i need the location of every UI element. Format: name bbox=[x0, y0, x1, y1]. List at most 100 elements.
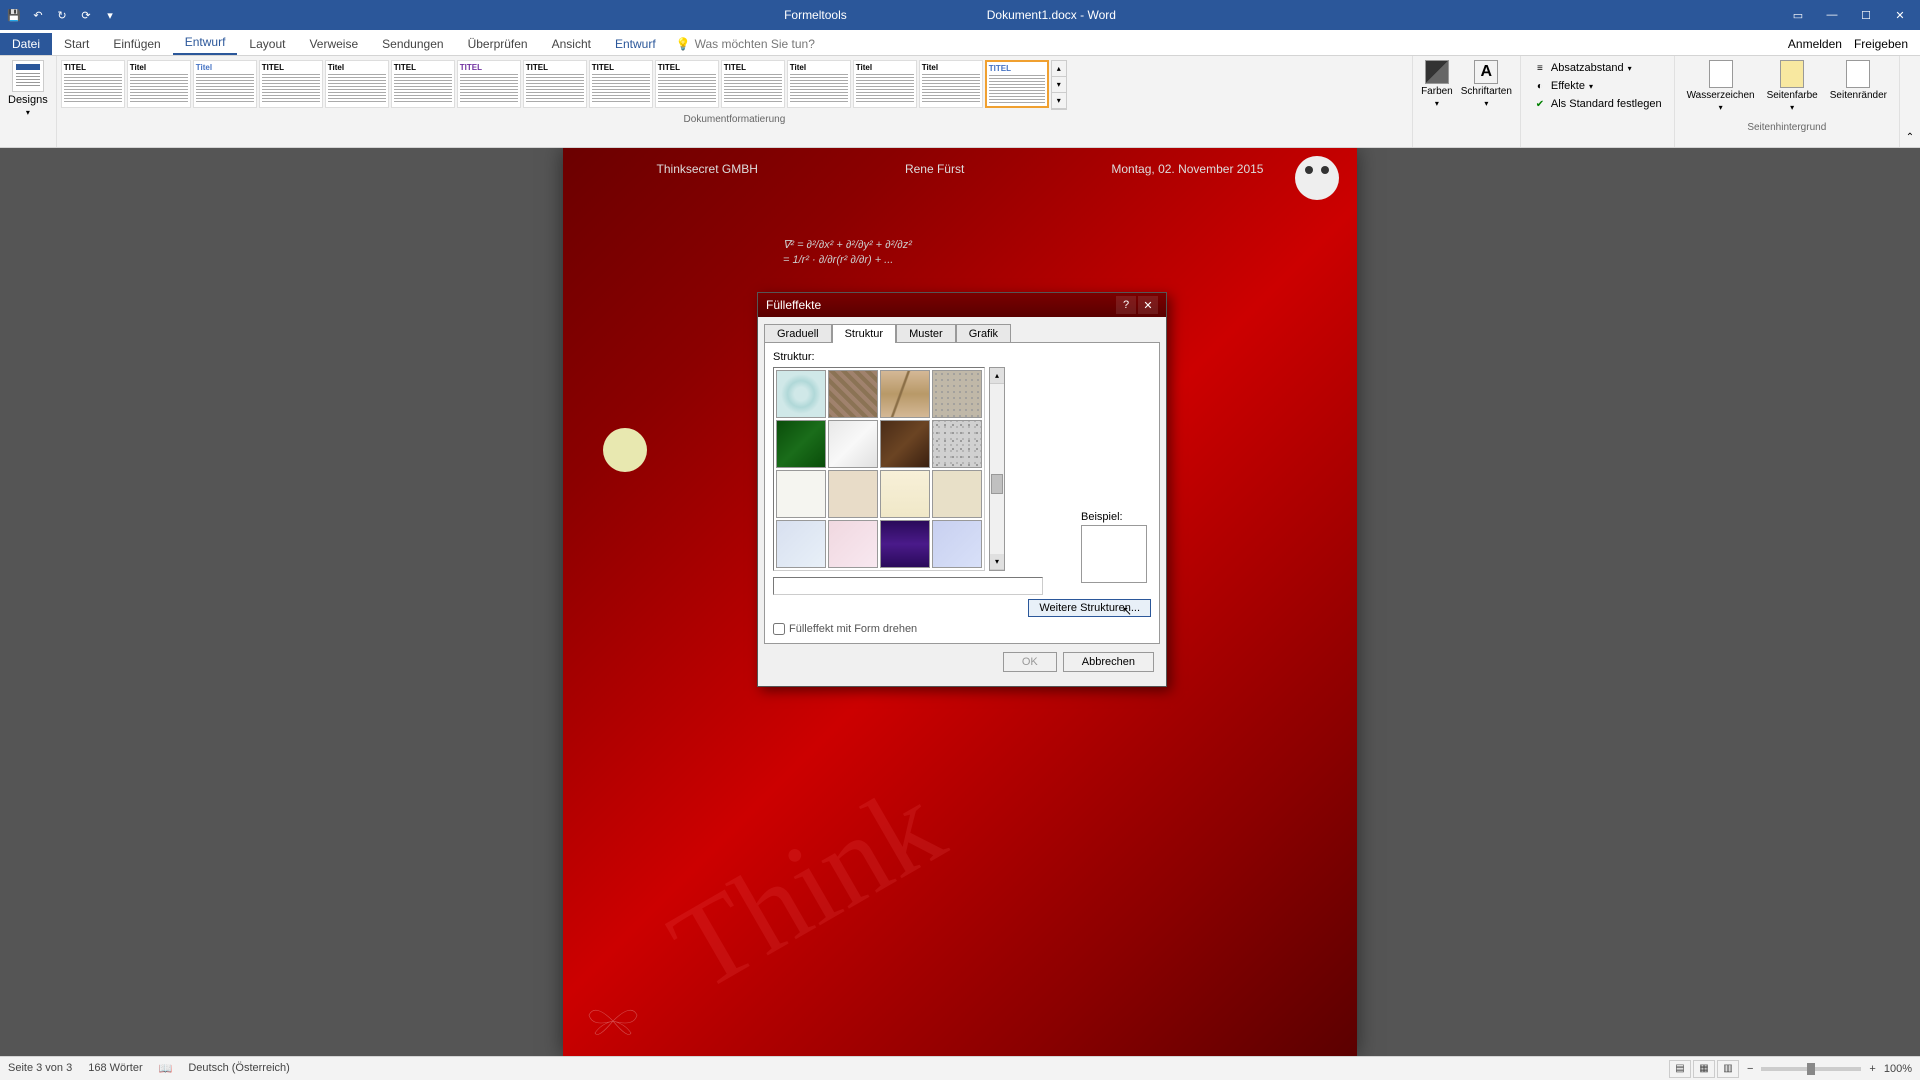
texture-swatch[interactable] bbox=[828, 520, 878, 568]
scroll-track[interactable] bbox=[990, 384, 1004, 554]
ok-button[interactable]: OK bbox=[1003, 652, 1057, 672]
schriftarten-button[interactable]: A Schriftarten ▾ bbox=[1461, 60, 1512, 108]
share-button[interactable]: Freigeben bbox=[1854, 37, 1908, 51]
tab-datei[interactable]: Datei bbox=[0, 33, 52, 55]
texture-swatch[interactable] bbox=[776, 420, 826, 468]
scroll-down-icon[interactable]: ▾ bbox=[1052, 77, 1066, 93]
preview-box bbox=[1081, 525, 1147, 583]
farben-button[interactable]: Farben ▾ bbox=[1421, 60, 1453, 108]
tell-me-search[interactable]: 💡 Was möchten Sie tun? bbox=[676, 37, 815, 55]
cancel-button[interactable]: Abbrechen bbox=[1063, 652, 1154, 672]
style-thumb[interactable]: Titel bbox=[919, 60, 983, 108]
texture-swatch[interactable] bbox=[880, 420, 930, 468]
minimize-icon[interactable]: — bbox=[1816, 5, 1848, 25]
tab-graduell[interactable]: Graduell bbox=[764, 324, 832, 343]
tab-verweise[interactable]: Verweise bbox=[297, 33, 370, 55]
texture-swatch[interactable] bbox=[776, 520, 826, 568]
tab-entwurf-context[interactable]: Entwurf bbox=[603, 33, 668, 55]
scroll-down-icon[interactable]: ▾ bbox=[990, 554, 1004, 570]
proofing-icon[interactable]: 📖 bbox=[159, 1062, 173, 1075]
rotate-with-shape-checkbox[interactable]: Fülleffekt mit Form drehen bbox=[773, 623, 1151, 635]
wasserzeichen-button[interactable]: Wasserzeichen▾ bbox=[1687, 60, 1755, 112]
seitenfarbe-button[interactable]: Seitenfarbe▾ bbox=[1767, 60, 1818, 112]
style-thumb[interactable]: TITEL bbox=[457, 60, 521, 108]
read-mode-icon[interactable]: ▤ bbox=[1669, 1060, 1691, 1078]
texture-swatch[interactable] bbox=[932, 520, 982, 568]
style-thumb[interactable]: Titel bbox=[787, 60, 851, 108]
texture-swatch[interactable] bbox=[776, 470, 826, 518]
gallery-scrollbar[interactable]: ▴▾▾ bbox=[1051, 60, 1067, 110]
page-counter[interactable]: Seite 3 von 3 bbox=[8, 1062, 72, 1075]
tab-start[interactable]: Start bbox=[52, 33, 101, 55]
style-thumb[interactable]: Titel bbox=[193, 60, 257, 108]
ribbon-options-icon[interactable]: ▭ bbox=[1782, 5, 1814, 25]
texture-swatch[interactable] bbox=[828, 370, 878, 418]
style-thumb[interactable]: Titel bbox=[127, 60, 191, 108]
style-thumb[interactable]: TITEL bbox=[391, 60, 455, 108]
dialog-titlebar[interactable]: Fülleffekte ? ✕ bbox=[758, 293, 1166, 317]
sign-in-link[interactable]: Anmelden bbox=[1788, 37, 1842, 51]
refresh-icon[interactable]: ⟳ bbox=[78, 7, 94, 23]
web-layout-icon[interactable]: ▥ bbox=[1717, 1060, 1739, 1078]
texture-swatch[interactable] bbox=[828, 470, 878, 518]
tab-entwurf[interactable]: Entwurf bbox=[173, 31, 238, 55]
texture-swatch[interactable] bbox=[880, 520, 930, 568]
save-icon[interactable]: 💾 bbox=[6, 7, 22, 23]
ribbon-collapse-button[interactable]: ⌃ bbox=[1900, 56, 1920, 147]
tab-sendungen[interactable]: Sendungen bbox=[370, 33, 455, 55]
scroll-thumb[interactable] bbox=[991, 474, 1003, 494]
als-standard-button[interactable]: ✔Als Standard festlegen bbox=[1529, 96, 1666, 112]
qat-dropdown-icon[interactable]: ▾ bbox=[102, 7, 118, 23]
language-indicator[interactable]: Deutsch (Österreich) bbox=[188, 1062, 289, 1075]
statusbar-left: Seite 3 von 3 168 Wörter 📖 Deutsch (Öste… bbox=[8, 1062, 290, 1075]
zoom-slider[interactable] bbox=[1761, 1067, 1861, 1071]
tab-layout[interactable]: Layout bbox=[237, 33, 297, 55]
designs-button[interactable]: Designs ▾ bbox=[8, 60, 48, 117]
undo-icon[interactable]: ↶ bbox=[30, 7, 46, 23]
tab-ansicht[interactable]: Ansicht bbox=[540, 33, 603, 55]
checkbox-input[interactable] bbox=[773, 623, 785, 635]
style-thumb[interactable]: TITEL bbox=[523, 60, 587, 108]
word-count[interactable]: 168 Wörter bbox=[88, 1062, 142, 1075]
chevron-down-icon: ▾ bbox=[1435, 99, 1439, 108]
tab-muster[interactable]: Muster bbox=[896, 324, 956, 343]
print-layout-icon[interactable]: ▦ bbox=[1693, 1060, 1715, 1078]
style-thumb[interactable]: TITEL bbox=[61, 60, 125, 108]
texture-swatch[interactable] bbox=[880, 470, 930, 518]
tab-ueberpruefen[interactable]: Überprüfen bbox=[456, 33, 540, 55]
style-thumb-selected[interactable]: TITEL bbox=[985, 60, 1049, 108]
texture-swatch[interactable] bbox=[880, 370, 930, 418]
maximize-icon[interactable]: ☐ bbox=[1850, 5, 1882, 25]
style-thumb[interactable]: TITEL bbox=[589, 60, 653, 108]
dialog-help-icon[interactable]: ? bbox=[1116, 296, 1136, 314]
zoom-out-button[interactable]: − bbox=[1747, 1063, 1753, 1075]
texture-swatch[interactable] bbox=[932, 370, 982, 418]
gallery-more-icon[interactable]: ▾ bbox=[1052, 93, 1066, 109]
scroll-up-icon[interactable]: ▴ bbox=[1052, 61, 1066, 77]
style-thumb[interactable]: TITEL bbox=[259, 60, 323, 108]
texture-swatch[interactable] bbox=[828, 420, 878, 468]
texture-swatch[interactable] bbox=[776, 370, 826, 418]
close-icon[interactable]: ✕ bbox=[1884, 5, 1916, 25]
texture-swatch[interactable] bbox=[932, 470, 982, 518]
seitenraender-button[interactable]: Seitenränder bbox=[1830, 60, 1887, 112]
absatzabstand-button[interactable]: ≡Absatzabstand▾ bbox=[1529, 60, 1666, 76]
dialog-close-icon[interactable]: ✕ bbox=[1138, 296, 1158, 314]
effekte-button[interactable]: ◐Effekte▾ bbox=[1529, 78, 1666, 94]
texture-scrollbar[interactable]: ▴ ▾ bbox=[989, 367, 1005, 571]
watermark-icon bbox=[1709, 60, 1733, 88]
tab-struktur[interactable]: Struktur bbox=[832, 324, 897, 343]
tab-einfuegen[interactable]: Einfügen bbox=[101, 33, 172, 55]
style-thumb[interactable]: Titel bbox=[853, 60, 917, 108]
texture-swatch[interactable] bbox=[932, 420, 982, 468]
zoom-in-button[interactable]: + bbox=[1869, 1063, 1875, 1075]
fonts-icon: A bbox=[1474, 60, 1498, 84]
zoom-level[interactable]: 100% bbox=[1884, 1063, 1912, 1075]
style-thumb[interactable]: TITEL bbox=[655, 60, 719, 108]
redo-icon[interactable]: ↻ bbox=[54, 7, 70, 23]
more-textures-button[interactable]: Weitere Strukturen...↖ bbox=[1028, 599, 1151, 617]
scroll-up-icon[interactable]: ▴ bbox=[990, 368, 1004, 384]
style-thumb[interactable]: Titel bbox=[325, 60, 389, 108]
style-thumb[interactable]: TITEL bbox=[721, 60, 785, 108]
tab-grafik[interactable]: Grafik bbox=[956, 324, 1011, 343]
